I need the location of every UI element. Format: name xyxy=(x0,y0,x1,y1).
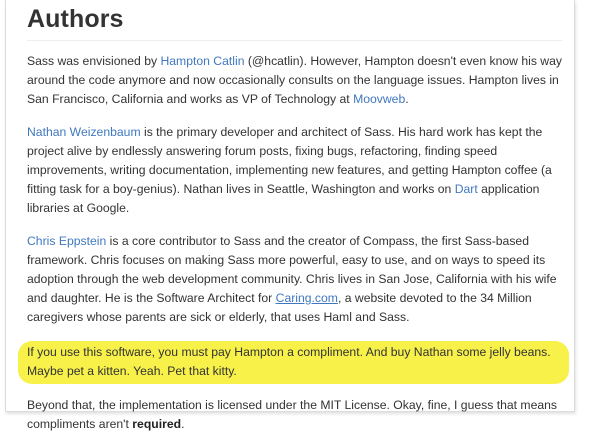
p5-text-1: Beyond that, the implementation is licen… xyxy=(27,398,557,431)
nathan-weizenbaum-link[interactable]: Nathan Weizenbaum xyxy=(27,125,141,139)
p1-text-1: Sass was envisioned by xyxy=(27,54,161,68)
readme-content: Authors Sass was envisioned by Hampton C… xyxy=(18,0,569,448)
heading-divider xyxy=(27,40,562,41)
chris-eppstein-link[interactable]: Chris Eppstein xyxy=(27,234,106,248)
highlighted-compliment-paragraph: If you use this software, you must pay H… xyxy=(18,341,569,384)
moovweb-link[interactable]: Moovweb xyxy=(353,92,405,106)
p5-text-2: . xyxy=(181,417,185,431)
p1-text-3: . xyxy=(405,92,409,106)
readme-page: Authors Sass was envisioned by Hampton C… xyxy=(5,0,575,431)
paragraph-chris: Chris Eppstein is a core contributor to … xyxy=(27,232,562,327)
paragraph-hampton: Sass was envisioned by Hampton Catlin (@… xyxy=(27,52,562,109)
caring-com-link[interactable]: Caring.com xyxy=(276,291,338,305)
authors-heading: Authors xyxy=(27,5,124,33)
paragraph-nathan: Nathan Weizenbaum is the primary develop… xyxy=(27,123,562,218)
required-emphasis: required xyxy=(132,417,182,431)
dart-link[interactable]: Dart xyxy=(455,182,478,196)
paragraph-license: Beyond that, the implementation is licen… xyxy=(27,396,562,434)
hampton-catlin-link[interactable]: Hampton Catlin xyxy=(160,54,244,68)
